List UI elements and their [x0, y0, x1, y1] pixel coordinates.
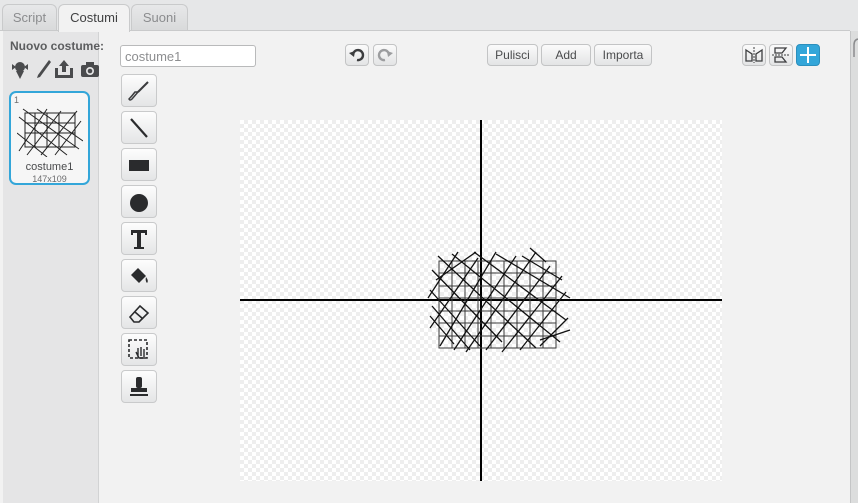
clear-button[interactable]: Pulisci [487, 44, 538, 66]
library-icon[interactable] [9, 58, 33, 82]
fill-icon [131, 268, 148, 283]
brush-icon [128, 81, 149, 101]
tab-script[interactable]: Script [2, 4, 57, 31]
text-tool[interactable] [121, 222, 157, 255]
select-icon [128, 339, 148, 359]
stamp-tool[interactable] [121, 370, 157, 403]
right-panel-edge [850, 31, 858, 503]
flip-vertical-icon [772, 47, 790, 63]
redo-button[interactable] [373, 44, 397, 66]
rectangle-tool[interactable] [121, 148, 157, 181]
paint-canvas[interactable] [240, 120, 722, 481]
add-button[interactable]: Add [541, 44, 591, 66]
ellipse-icon [130, 194, 148, 212]
upload-icon[interactable] [53, 58, 77, 82]
eraser-tool[interactable] [121, 296, 157, 329]
eraser-icon [128, 304, 150, 323]
costume-name: costume1 [25, 161, 74, 173]
ellipse-tool[interactable] [121, 185, 157, 218]
set-center-icon [800, 47, 816, 63]
rectangle-icon [129, 160, 149, 171]
fill-tool[interactable] [121, 259, 157, 292]
costume-size: 147x109 [32, 174, 67, 184]
redo-icon [377, 48, 393, 62]
flip-horizontal-icon [745, 47, 763, 63]
costume-thumbnail[interactable]: 1 costume1 147x109 [9, 91, 90, 185]
panel-corner-icon [853, 38, 858, 57]
import-button[interactable]: Importa [594, 44, 652, 66]
undo-icon [349, 48, 365, 62]
tab-costumes[interactable]: Costumi [58, 4, 130, 32]
costume-drawing [240, 120, 722, 481]
stamp-icon [130, 377, 148, 396]
center-crosshair [240, 120, 722, 481]
tab-sounds[interactable]: Suoni [131, 4, 188, 31]
line-icon [130, 118, 148, 138]
undo-button[interactable] [345, 44, 369, 66]
costume-preview-image [17, 108, 83, 157]
line-tool[interactable] [121, 111, 157, 144]
costume-number: 1 [14, 95, 20, 105]
brush-tool[interactable] [121, 74, 157, 107]
select-tool[interactable] [121, 333, 157, 366]
flip-horizontal-button[interactable] [742, 44, 766, 66]
set-center-button[interactable] [796, 44, 820, 66]
costume-name-input[interactable] [120, 45, 256, 67]
camera-icon[interactable] [79, 58, 103, 82]
flip-vertical-button[interactable] [769, 44, 793, 66]
new-costume-label: Nuovo costume: [10, 39, 105, 53]
tab-bar: Script Costumi Suoni [0, 0, 858, 32]
text-icon [131, 230, 147, 249]
